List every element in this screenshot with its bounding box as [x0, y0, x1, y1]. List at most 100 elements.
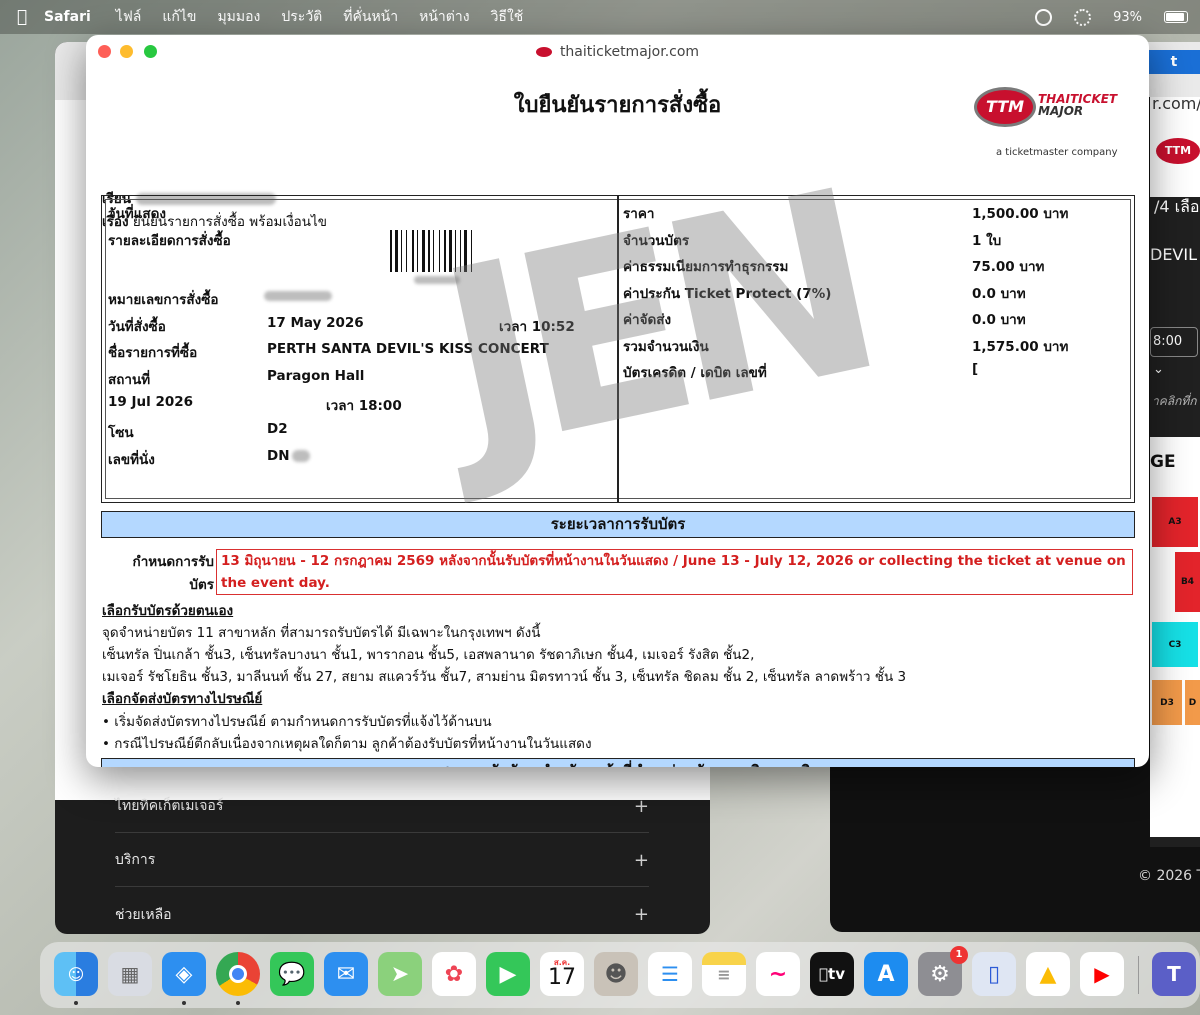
- hint-text: าคลิกที่ก: [1152, 394, 1197, 408]
- mail-icon[interactable]: ✉: [324, 952, 368, 996]
- calendar-day: 17: [548, 965, 576, 990]
- running-indicator: [182, 1001, 186, 1005]
- pickup-label-line1: กำหนดการรับ: [132, 554, 214, 570]
- barcode-bar: [417, 230, 418, 272]
- menu-file[interactable]: ไฟล์: [116, 6, 142, 28]
- logo-line2: MAJOR: [1038, 104, 1084, 118]
- tv-label: tv: [823, 965, 845, 983]
- reminders-icon[interactable]: ☰: [648, 952, 692, 996]
- teams-icon[interactable]: T: [1152, 952, 1196, 996]
- plus-icon[interactable]: +: [634, 796, 649, 817]
- plus-icon[interactable]: +: [634, 904, 649, 925]
- notes-icon[interactable]: ≡: [702, 952, 746, 996]
- protect-value: 0.0 บาท: [972, 286, 1026, 302]
- dock-separator: [1138, 956, 1139, 994]
- time-select[interactable]: 8:00 ⌄: [1150, 327, 1198, 377]
- venue-label: สถานที่: [108, 372, 151, 388]
- price-value: 1,500.00 บาท: [972, 206, 1069, 222]
- footer-item-services[interactable]: บริการ +: [115, 834, 649, 887]
- menu-app-name[interactable]: Safari: [44, 9, 91, 25]
- barcode-image: [390, 230, 488, 272]
- footer-item-label: บริการ: [115, 852, 156, 868]
- running-indicator: [236, 1001, 240, 1005]
- post-delivery-line: • เริ่มจัดส่งบัตรทางไปรษณีย์ ตามกำหนดการ…: [102, 714, 492, 730]
- popup-window[interactable]: thaiticketmajor.com ใบยืนยันรายการสั่งซื…: [86, 35, 1149, 767]
- launchpad-icon[interactable]: ▦: [108, 952, 152, 996]
- menu-view[interactable]: มุมมอง: [217, 6, 260, 28]
- seat-label: เลขที่นั่ง: [108, 452, 155, 468]
- finder-icon[interactable]: ☺: [54, 952, 98, 996]
- menu-bookmarks[interactable]: ที่คั่นหน้า: [343, 6, 398, 28]
- apple-tv-icon[interactable]: tv: [810, 952, 854, 996]
- card-value: [: [972, 361, 979, 377]
- protect-label: ค่าประกัน Ticket Protect (7%): [623, 286, 832, 302]
- thaiticketmajor-logo: TTM THAITICKET MAJOR a ticketmaster comp…: [974, 87, 1134, 158]
- post-delivery-heading: เลือกจัดส่งบัตรทางไปรษณีย์: [102, 691, 263, 707]
- site-favicon-icon: [535, 47, 552, 57]
- barcode-bar: [428, 230, 430, 272]
- seat-zone-b4[interactable]: B4: [1175, 552, 1200, 612]
- total-value: 1,575.00 บาท: [972, 339, 1069, 355]
- window-url: thaiticketmajor.com: [86, 44, 1149, 60]
- dock: ☺ ▦ ◈ 💬 ✉ ➤ ✿ ▶ ส.ค. 17 ☻ ☰ ≡ ~ tv A ⚙1…: [40, 942, 1200, 1008]
- contacts-icon[interactable]: ☻: [594, 952, 638, 996]
- footer-item-thaiticketmajor[interactable]: ไทยทิคเก็ตเมเจอร์ +: [115, 780, 649, 833]
- iphone-mirroring-icon[interactable]: ▯: [972, 952, 1016, 996]
- chrome-icon[interactable]: [216, 952, 260, 996]
- self-pickup-line: เมเจอร์ รัชโยธิน ชั้น3, มาลีนนท์ ชั้น 27…: [102, 669, 907, 685]
- ttm-logo-mark: TTM: [974, 87, 1036, 127]
- barcode-bar: [401, 230, 402, 272]
- barcode-bar: [449, 230, 452, 272]
- step-text: /4 เลือ: [1154, 197, 1200, 216]
- self-pickup-line: เซ็นทรัล ปิ่นเกล้า ชั้น3, เซ็นทรัลบางนา …: [102, 647, 755, 663]
- order-date-label: วันที่สั่งซื้อ: [108, 319, 166, 335]
- system-settings-icon[interactable]: ⚙ 1: [918, 946, 968, 996]
- messages-icon[interactable]: 💬: [270, 952, 314, 996]
- barcode-bar: [433, 230, 434, 272]
- barcode-bar: [455, 230, 456, 272]
- airdrop-icon[interactable]: [1074, 8, 1092, 26]
- barcode-bar: [390, 230, 392, 272]
- freeform-icon[interactable]: ~: [756, 952, 800, 996]
- photos-icon[interactable]: ✿: [432, 952, 476, 996]
- youtube-icon[interactable]: ▶: [1080, 952, 1124, 996]
- seat-zone-a3[interactable]: A3: [1152, 497, 1198, 547]
- seat-zone-d3[interactable]: D3: [1152, 680, 1182, 725]
- total-label: รวมจำนวนเงิน: [623, 339, 709, 355]
- maps-icon[interactable]: ➤: [378, 952, 422, 996]
- seat-zone-c3[interactable]: C3: [1152, 622, 1198, 667]
- shazam-icon[interactable]: [1035, 8, 1053, 26]
- seat-zone-d[interactable]: D: [1185, 680, 1200, 725]
- redacted-barcode-number: [414, 276, 460, 284]
- footer-item-help[interactable]: ช่วยเหลือ +: [115, 888, 649, 934]
- browser-tab[interactable]: t: [1148, 50, 1200, 74]
- battery-icon[interactable]: [1164, 11, 1188, 23]
- ticket-count-label: จำนวนบัตร: [623, 233, 690, 249]
- shipping-label: ค่าจัดส่ง: [623, 312, 672, 328]
- card-label: บัตรเครดิต / เดบิต เลขที่: [623, 365, 767, 381]
- menu-help[interactable]: วิธีใช้: [491, 6, 524, 28]
- pickup-schedule-label: กำหนดการรับ บัตร: [106, 551, 214, 597]
- url-fragment: r.com/: [1152, 94, 1200, 113]
- safari-icon[interactable]: ◈: [162, 952, 206, 996]
- menu-window[interactable]: หน้าต่าง: [419, 6, 469, 28]
- pickup-text-line2: the event day.: [221, 575, 330, 591]
- apple-icon[interactable]: : [0, 7, 44, 27]
- window-titlebar[interactable]: thaiticketmajor.com: [86, 35, 1149, 69]
- logo-subtitle: a ticketmaster company: [996, 147, 1118, 158]
- google-drive-icon[interactable]: ▲: [1026, 952, 1070, 996]
- post-delivery-line: • กรณีไปรษณีย์ตีกลับเนื่องจากเหตุผลใดก็ต…: [102, 736, 592, 752]
- ttm-logo-small: TTM: [1156, 138, 1200, 164]
- calendar-icon[interactable]: ส.ค. 17: [540, 952, 584, 996]
- fee-label: ค่าธรรมเนียมการทำธุรกรรม: [623, 259, 789, 275]
- app-store-icon[interactable]: A: [864, 952, 908, 996]
- menu-edit[interactable]: แก้ไข: [162, 6, 196, 28]
- facetime-icon[interactable]: ▶: [486, 952, 530, 996]
- item-label: ชื่อรายการที่ซื้อ: [108, 345, 198, 361]
- plus-icon[interactable]: +: [634, 850, 649, 871]
- menu-history[interactable]: ประวัติ: [281, 6, 322, 28]
- show-date-label: วันที่แสดง: [108, 206, 167, 222]
- battery-percent: 93%: [1113, 9, 1142, 25]
- show-date-value: 19 Jul 2026: [108, 394, 194, 410]
- redacted-order-number: [264, 291, 332, 301]
